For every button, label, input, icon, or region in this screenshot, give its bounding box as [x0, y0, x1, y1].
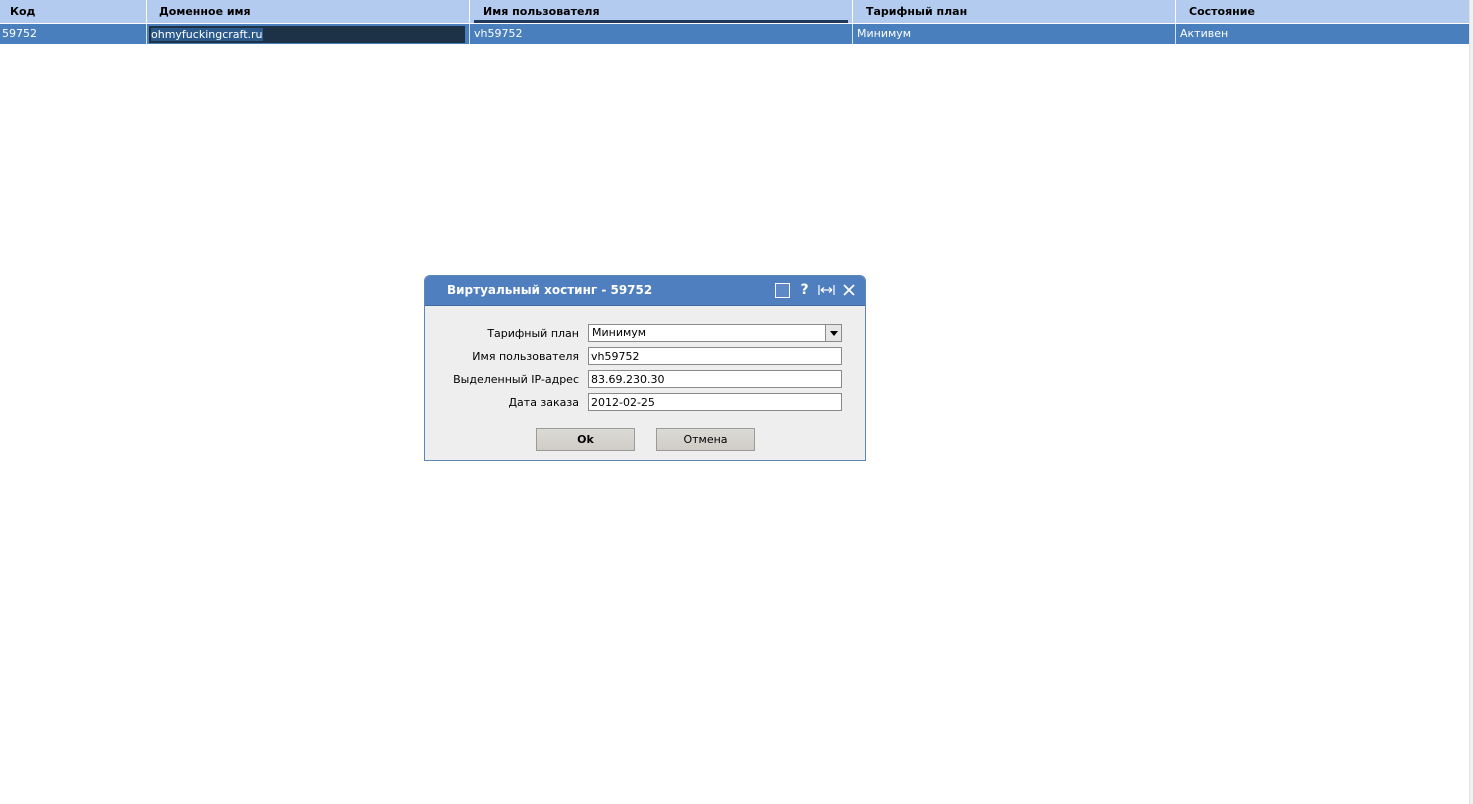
column-header-username[interactable]: Имя пользователя: [470, 0, 853, 23]
maximize-icon[interactable]: [774, 281, 791, 299]
username-field[interactable]: [588, 347, 842, 365]
help-icon[interactable]: ?: [796, 281, 813, 299]
domain-inline-editor[interactable]: ohmyfuckingcraft.ru: [149, 26, 465, 43]
window-scroll-edge: [1469, 0, 1473, 804]
order-date-field[interactable]: [588, 393, 842, 411]
date-row: Дата заказа: [425, 393, 865, 413]
domain-text: ohmyfuckingcraft.ru: [151, 28, 263, 41]
plan-select[interactable]: Минимум: [588, 324, 842, 342]
close-icon[interactable]: [840, 281, 857, 299]
dialog-body: Тарифный план Минимум Имя пользователя В…: [425, 306, 865, 460]
column-header-code[interactable]: Код: [0, 0, 147, 23]
column-header-plan[interactable]: Тарифный план: [853, 0, 1176, 23]
username-label: Имя пользователя: [472, 350, 579, 363]
cell-status: Активен: [1180, 27, 1229, 40]
column-header-domain[interactable]: Доменное имя: [147, 0, 470, 23]
ip-label: Выделенный IP-адрес: [453, 373, 579, 386]
table-row[interactable]: 59752 ohmyfuckingcraft.ru vh59752 Миниму…: [0, 24, 1470, 44]
date-label: Дата заказа: [508, 396, 579, 409]
plan-select-value: Минимум: [592, 326, 647, 339]
column-header-status[interactable]: Состояние: [1176, 0, 1470, 23]
ip-row: Выделенный IP-адрес: [425, 370, 865, 390]
hosting-table: Код Доменное имя Имя пользователя Тарифн…: [0, 0, 1470, 44]
cell-plan: Минимум: [853, 24, 1176, 44]
ip-field[interactable]: [588, 370, 842, 388]
dialog-title-bar[interactable]: Виртуальный хостинг - 59752 ?: [425, 276, 865, 306]
dialog-tools: ?: [774, 281, 857, 299]
plan-row: Тарифный план Минимум: [425, 324, 865, 344]
ok-button[interactable]: Ok: [536, 428, 635, 451]
cell-domain[interactable]: ohmyfuckingcraft.ru: [147, 24, 470, 44]
virtual-hosting-dialog: Виртуальный хостинг - 59752 ? Тарифный п…: [424, 275, 866, 461]
cell-username: vh59752: [470, 24, 853, 44]
chevron-down-icon[interactable]: [825, 325, 841, 341]
plan-label: Тарифный план: [487, 327, 579, 340]
cancel-button[interactable]: Отмена: [656, 428, 755, 451]
dialog-title: Виртуальный хостинг - 59752: [447, 283, 653, 297]
resize-icon[interactable]: [818, 281, 835, 299]
username-row: Имя пользователя: [425, 347, 865, 367]
table-header: Код Доменное имя Имя пользователя Тарифн…: [0, 0, 1470, 23]
cell-code: 59752: [0, 24, 147, 44]
